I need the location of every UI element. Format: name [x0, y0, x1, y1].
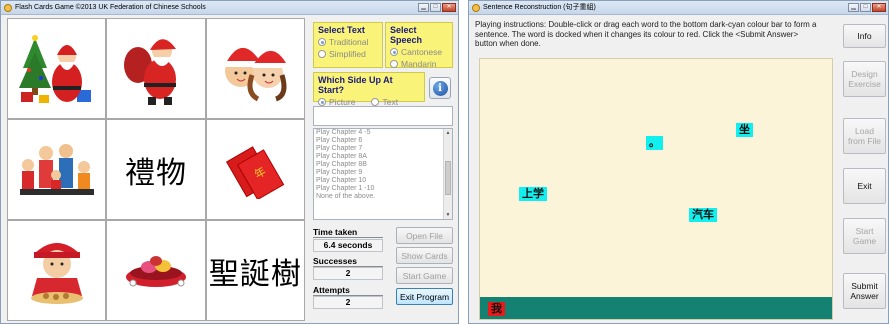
scroll-thumb[interactable] — [445, 161, 451, 195]
flashcards-window: Flash Cards Game ©2013 UK Federation of … — [0, 0, 459, 324]
radio-dot — [318, 50, 326, 58]
chapter-list-item[interactable]: Play Chapter 1 -10 — [314, 185, 452, 193]
minimize-icon[interactable]: ▁ — [848, 3, 859, 12]
card-8[interactable] — [107, 221, 205, 320]
time-taken-value: 6.4 seconds — [313, 239, 383, 252]
info-button[interactable]: i — [429, 77, 451, 99]
submit-answer-button[interactable]: Submit Answer — [843, 273, 886, 309]
select-text-panel: Select Text Traditional Simplified — [313, 22, 383, 68]
card-1[interactable] — [8, 19, 106, 118]
maximize-icon[interactable]: □ — [430, 3, 441, 12]
sentence-window-title: Sentence Reconstruction (句子重組) — [483, 4, 596, 11]
chapter-textbox[interactable] — [313, 106, 453, 126]
card-6[interactable]: 年 — [206, 120, 304, 219]
card-5-text: 禮物 — [124, 155, 187, 191]
word-tile[interactable]: 。 — [646, 136, 663, 150]
word-tile[interactable]: 坐 — [736, 123, 753, 137]
radio-simplified[interactable]: Simplified — [318, 49, 378, 59]
family-picture — [19, 143, 94, 195]
card-9-text: 聖誕樹 — [208, 256, 302, 292]
chapter-list-item[interactable]: Play Chapter 6 — [314, 137, 452, 145]
close-icon[interactable]: ✕ — [442, 3, 456, 12]
design-exercise-button[interactable]: Design Exercise — [843, 61, 886, 97]
select-text-title: Select Text — [318, 25, 365, 35]
word-tile[interactable]: 上学 — [519, 187, 547, 201]
radio-dot — [371, 98, 380, 106]
radio-label: Cantonese — [401, 47, 443, 57]
successes-label: Successes — [313, 256, 357, 266]
side-up-panel: Which Side Up At Start? Picture Text — [313, 72, 425, 107]
card-grid: 禮物 年 聖誕樹 — [7, 18, 305, 321]
radio-dot — [318, 38, 326, 46]
maximize-icon[interactable]: □ — [860, 3, 871, 12]
card-2[interactable] — [107, 19, 205, 118]
card-9[interactable]: 聖誕樹 — [206, 221, 304, 320]
chapter-list[interactable]: Play Chapter 4 -5 Play Chapter 6 Play Chap… — [313, 128, 453, 220]
radio-cantonese[interactable]: Cantonese — [390, 47, 448, 57]
girl-baking-picture — [30, 242, 83, 304]
close-icon[interactable]: ✕ — [872, 3, 886, 12]
santa-sack-picture — [123, 38, 180, 105]
list-scrollbar[interactable]: ▲ ▼ — [443, 129, 452, 219]
minimize-icon[interactable]: ▁ — [418, 3, 429, 12]
exit-button[interactable]: Exit — [843, 168, 886, 204]
chapter-list-item[interactable]: Play Chapter 9 — [314, 169, 452, 177]
show-cards-button[interactable]: Show Cards — [396, 247, 453, 264]
chapter-list-item[interactable]: Play Chapter 10 — [314, 177, 452, 185]
card-5[interactable]: 禮物 — [107, 120, 205, 219]
info-icon: i — [432, 80, 448, 96]
dock-bar[interactable]: 我 — [480, 297, 832, 319]
radio-traditional[interactable]: Traditional — [318, 37, 378, 47]
scroll-down-icon[interactable]: ▼ — [444, 212, 452, 218]
red-envelopes-picture: 年 — [226, 145, 285, 199]
side-up-title: Which Side Up At Start? — [318, 75, 393, 95]
start-game-button[interactable]: Start Game — [396, 267, 453, 284]
girls-santa-hats-picture — [224, 47, 287, 101]
chapter-list-item[interactable]: Play Chapter 8B — [314, 161, 452, 169]
divider — [313, 237, 383, 238]
docked-word-tile[interactable]: 我 — [488, 302, 505, 316]
playing-instructions: Playing instructions: Double-click or dr… — [475, 20, 817, 48]
chapter-items: Play Chapter 4 -5 Play Chapter 6 Play Chap… — [314, 129, 452, 201]
attempts-label: Attempts — [313, 285, 350, 295]
time-taken-label: Time taken — [313, 227, 358, 237]
start-game-button[interactable]: Start Game — [843, 218, 886, 254]
chapter-list-item[interactable]: None of the above. — [314, 193, 452, 201]
radio-label: Mandarin — [401, 59, 437, 69]
card-7[interactable] — [8, 221, 106, 320]
candy-bowl-picture — [125, 255, 186, 287]
select-speech-title: Select Speech — [390, 25, 423, 45]
flashcards-titlebar[interactable]: Flash Cards Game ©2013 UK Federation of … — [1, 1, 458, 15]
scroll-up-icon[interactable]: ▲ — [444, 130, 452, 136]
radio-dot — [390, 48, 398, 56]
attempts-value: 2 — [313, 296, 383, 309]
radio-mandarin[interactable]: Mandarin — [390, 59, 448, 69]
card-3[interactable] — [206, 19, 304, 118]
radio-dot — [390, 60, 398, 68]
app-icon — [472, 4, 480, 12]
chapter-list-item[interactable]: Play Chapter 4 -5 — [314, 129, 452, 137]
sentence-window: Sentence Reconstruction (句子重組) ▁ □ ✕ Pla… — [468, 0, 889, 324]
chapter-list-item[interactable]: Play Chapter 8A — [314, 153, 452, 161]
load-from-file-button[interactable]: Load from File — [843, 118, 886, 154]
radio-label: Traditional — [329, 37, 369, 47]
radio-dot — [318, 98, 326, 106]
radio-label: Simplified — [329, 49, 366, 59]
app-icon — [4, 4, 12, 12]
card-4[interactable] — [8, 120, 106, 219]
word-canvas[interactable]: 坐 。 上学 汽车 我 — [479, 58, 833, 320]
open-file-button[interactable]: Open File — [396, 227, 453, 244]
info-button[interactable]: Info — [843, 24, 886, 48]
select-speech-panel: Select Speech Cantonese Mandarin — [385, 22, 453, 69]
chapter-list-item[interactable]: Play Chapter 7 — [314, 145, 452, 153]
flashcards-window-title: Flash Cards Game ©2013 UK Federation of … — [15, 4, 206, 11]
santa-tree-picture — [18, 34, 91, 103]
word-tile[interactable]: 汽车 — [689, 208, 717, 222]
sentence-titlebar[interactable]: Sentence Reconstruction (句子重組) ▁ □ ✕ — [469, 1, 888, 15]
successes-value: 2 — [313, 267, 383, 280]
exit-program-button[interactable]: Exit Program — [396, 288, 453, 305]
